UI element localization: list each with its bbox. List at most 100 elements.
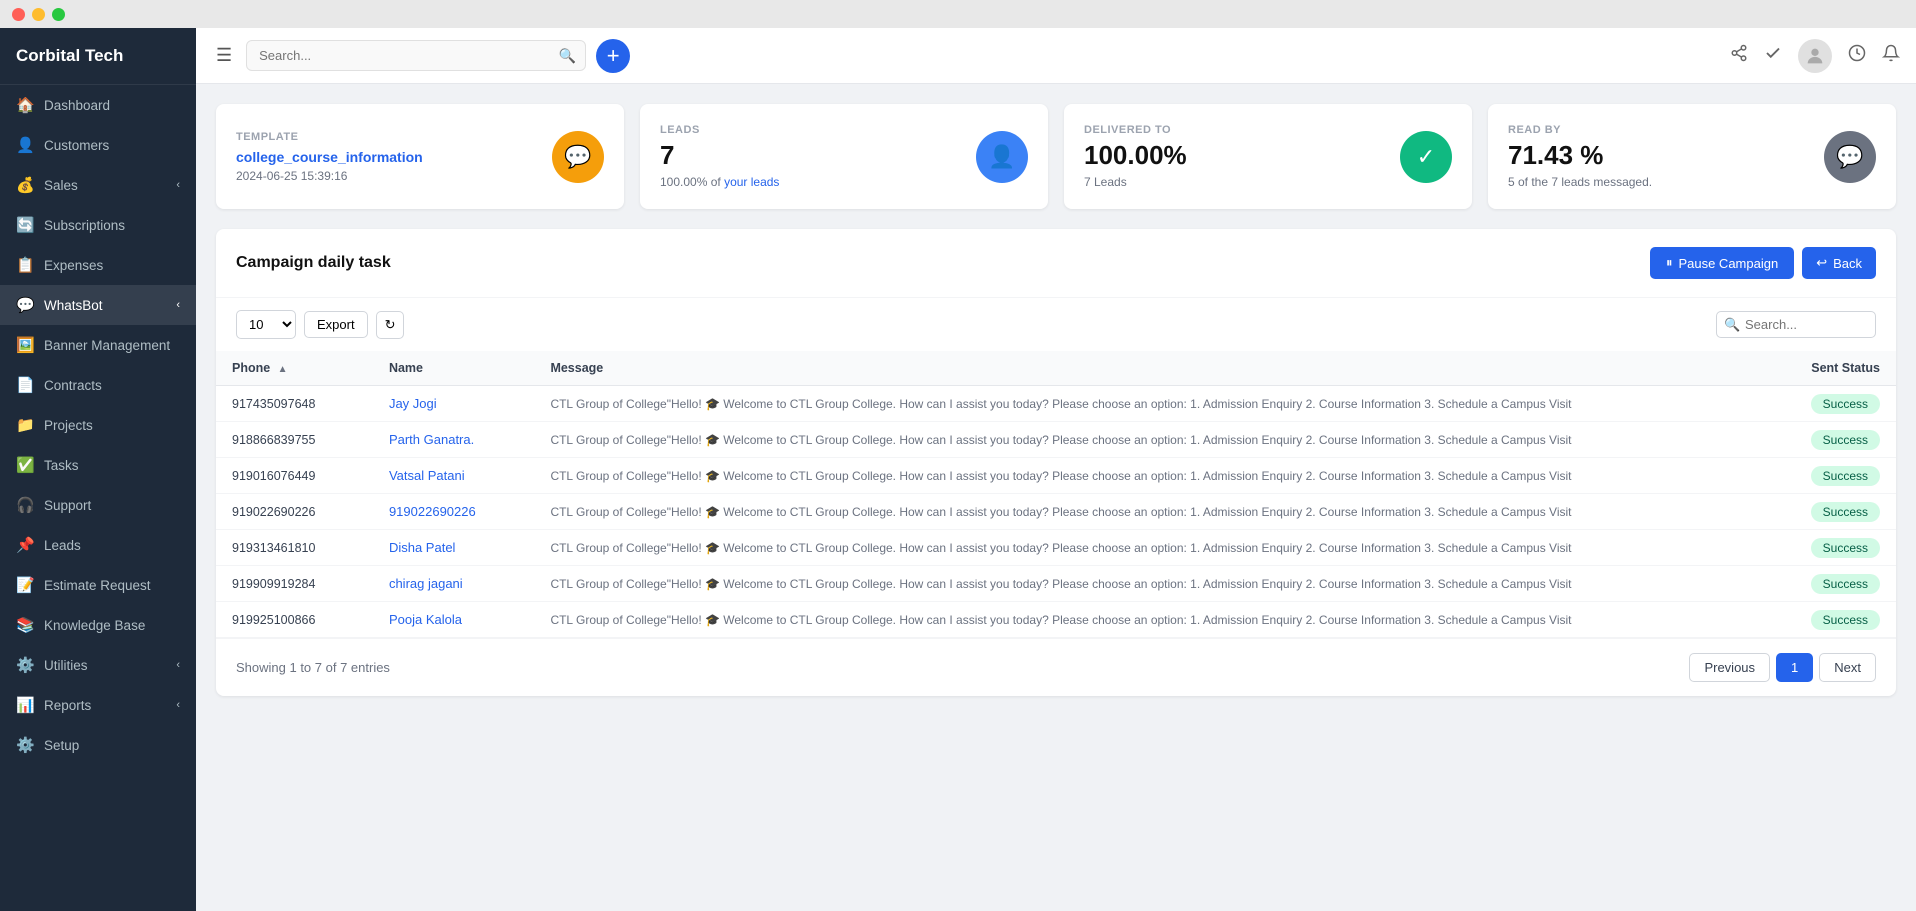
- stat-card-delivered-left: DELIVERED TO 100.00% 7 Leads: [1084, 124, 1187, 189]
- cell-message: CTL Group of College"Hello! 🎓 Welcome to…: [534, 602, 1758, 638]
- header-actions: [1730, 39, 1900, 73]
- header-search-container: 🔍: [246, 40, 586, 71]
- sidebar-item-reports[interactable]: 📊 Reports ‹: [0, 685, 196, 725]
- sidebar-item-setup[interactable]: ⚙️ Setup: [0, 725, 196, 765]
- sort-phone-icon: ▲: [278, 364, 288, 375]
- page-1-button[interactable]: 1: [1776, 653, 1813, 682]
- template-sub: 2024-06-25 15:39:16: [236, 169, 423, 183]
- close-btn[interactable]: [12, 8, 25, 21]
- back-button[interactable]: ↩ Back: [1802, 247, 1876, 279]
- pagination-controls: Previous 1 Next: [1689, 653, 1876, 682]
- next-button[interactable]: Next: [1819, 653, 1876, 682]
- add-button[interactable]: +: [596, 39, 630, 73]
- sidebar-item-label: Customers: [44, 138, 109, 153]
- per-page-select[interactable]: 10 25 50 100: [236, 310, 296, 339]
- sidebar-item-dashboard[interactable]: 🏠 Dashboard: [0, 85, 196, 125]
- status-badge: Success: [1811, 502, 1880, 522]
- sidebar-item-label: Subscriptions: [44, 218, 125, 233]
- th-message[interactable]: Message: [534, 351, 1758, 386]
- maximize-btn[interactable]: [52, 8, 65, 21]
- sidebar-item-support[interactable]: 🎧 Support: [0, 485, 196, 525]
- bell-icon-button[interactable]: [1882, 44, 1900, 67]
- cell-name[interactable]: 919022690226: [373, 494, 534, 530]
- status-badge: Success: [1811, 574, 1880, 594]
- cell-name[interactable]: Disha Patel: [373, 530, 534, 566]
- sidebar-item-label: Projects: [44, 418, 93, 433]
- table-toolbar: 10 25 50 100 Export ↻ 🔍: [216, 298, 1896, 351]
- contracts-icon: 📄: [16, 376, 34, 394]
- stat-card-template: TEMPLATE college_course_information 2024…: [216, 104, 624, 209]
- sidebar-item-utilities[interactable]: ⚙️ Utilities ‹: [0, 645, 196, 685]
- cell-message: CTL Group of College"Hello! 🎓 Welcome to…: [534, 530, 1758, 566]
- projects-icon: 📁: [16, 416, 34, 434]
- table-row: 918866839755 Parth Ganatra. CTL Group of…: [216, 422, 1896, 458]
- previous-button[interactable]: Previous: [1689, 653, 1770, 682]
- th-phone[interactable]: Phone ▲: [216, 351, 373, 386]
- cell-name[interactable]: chirag jagani: [373, 566, 534, 602]
- stat-card-template-left: TEMPLATE college_course_information 2024…: [236, 131, 423, 183]
- readby-label: READ BY: [1508, 124, 1652, 136]
- search-input[interactable]: [246, 40, 586, 71]
- sidebar-item-label: Banner Management: [44, 338, 170, 353]
- readby-value: 71.43 %: [1508, 140, 1652, 171]
- table-header-row: Phone ▲ Name Message Sent Status: [216, 351, 1896, 386]
- export-button[interactable]: Export: [304, 311, 368, 338]
- cell-status: Success: [1758, 458, 1896, 494]
- sidebar-item-customers[interactable]: 👤 Customers: [0, 125, 196, 165]
- banner-icon: 🖼️: [16, 336, 34, 354]
- cell-name[interactable]: Pooja Kalola: [373, 602, 534, 638]
- cell-name[interactable]: Parth Ganatra.: [373, 422, 534, 458]
- stat-cards: TEMPLATE college_course_information 2024…: [216, 104, 1896, 209]
- th-name[interactable]: Name: [373, 351, 534, 386]
- cell-message: CTL Group of College"Hello! 🎓 Welcome to…: [534, 422, 1758, 458]
- sidebar-item-projects[interactable]: 📁 Projects: [0, 405, 196, 445]
- stat-card-readby: READ BY 71.43 % 5 of the 7 leads message…: [1488, 104, 1896, 209]
- leads-label: LEADS: [660, 124, 779, 136]
- table-search-container: 🔍: [1716, 311, 1876, 338]
- sidebar-item-knowledge-base[interactable]: 📚 Knowledge Base: [0, 605, 196, 645]
- app-logo: Corbital Tech: [0, 28, 196, 85]
- sidebar-item-tasks[interactable]: ✅ Tasks: [0, 445, 196, 485]
- sidebar-item-contracts[interactable]: 📄 Contracts: [0, 365, 196, 405]
- sidebar-item-label: Sales: [44, 178, 78, 193]
- minimize-btn[interactable]: [32, 8, 45, 21]
- sidebar-item-whatsbot[interactable]: 💬 WhatsBot ‹: [0, 285, 196, 325]
- sidebar-item-expenses[interactable]: 📋 Expenses: [0, 245, 196, 285]
- refresh-button[interactable]: ↻: [376, 311, 405, 339]
- cell-status: Success: [1758, 422, 1896, 458]
- campaign-title: Campaign daily task: [236, 254, 391, 272]
- sidebar-item-banner-management[interactable]: 🖼️ Banner Management: [0, 325, 196, 365]
- sidebar-item-label: Estimate Request: [44, 578, 151, 593]
- cell-name[interactable]: Vatsal Patani: [373, 458, 534, 494]
- table-search-icon: 🔍: [1724, 317, 1740, 333]
- cell-status: Success: [1758, 566, 1896, 602]
- pagination-info: Showing 1 to 7 of 7 entries: [236, 660, 390, 675]
- th-sent-status[interactable]: Sent Status: [1758, 351, 1896, 386]
- delivered-label: DELIVERED TO: [1084, 124, 1187, 136]
- titlebar: [0, 0, 1916, 28]
- share-icon-button[interactable]: [1730, 44, 1748, 67]
- table-row: 919016076449 Vatsal Patani CTL Group of …: [216, 458, 1896, 494]
- cell-message: CTL Group of College"Hello! 🎓 Welcome to…: [534, 566, 1758, 602]
- sidebar-item-sales[interactable]: 💰 Sales ‹: [0, 165, 196, 205]
- sidebar-item-estimate-request[interactable]: 📝 Estimate Request: [0, 565, 196, 605]
- leads-value: 7: [660, 140, 779, 171]
- sidebar: Corbital Tech 🏠 Dashboard 👤 Customers 💰 …: [0, 28, 196, 911]
- campaign-header: Campaign daily task ⏸ Pause Campaign ↩ B…: [216, 229, 1896, 298]
- sidebar-item-leads[interactable]: 📌 Leads: [0, 525, 196, 565]
- sidebar-item-label: Contracts: [44, 378, 102, 393]
- knowledge-icon: 📚: [16, 616, 34, 634]
- campaign-table: Phone ▲ Name Message Sent Status 9174350…: [216, 351, 1896, 638]
- avatar[interactable]: [1798, 39, 1832, 73]
- cell-phone: 919313461810: [216, 530, 373, 566]
- pause-campaign-button[interactable]: ⏸ Pause Campaign: [1650, 247, 1794, 279]
- cell-name[interactable]: Jay Jogi: [373, 386, 534, 422]
- check-icon-button[interactable]: [1764, 44, 1782, 67]
- sidebar-item-subscriptions[interactable]: 🔄 Subscriptions: [0, 205, 196, 245]
- sales-arrow-icon: ‹: [176, 179, 180, 191]
- menu-toggle-button[interactable]: ☰: [212, 41, 236, 70]
- sidebar-item-label: WhatsBot: [44, 298, 103, 313]
- main-content: TEMPLATE college_course_information 2024…: [196, 84, 1916, 911]
- customers-icon: 👤: [16, 136, 34, 154]
- clock-icon-button[interactable]: [1848, 44, 1866, 67]
